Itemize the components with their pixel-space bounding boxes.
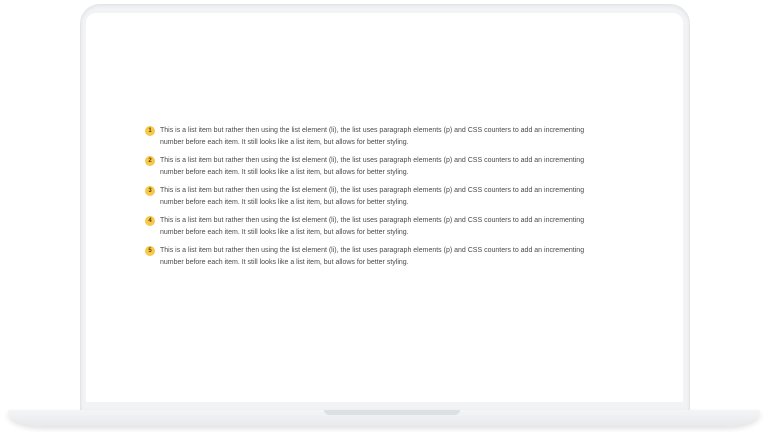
numbered-paragraph-list: 1 This is a list item but rather then us… bbox=[145, 125, 625, 275]
list-item: 5 This is a list item but rather then us… bbox=[145, 245, 625, 269]
item-text-line-2: number before each item. It still looks … bbox=[160, 199, 409, 206]
item-text-line-1: This is a list item but rather then usin… bbox=[160, 127, 585, 134]
list-item: 1 This is a list item but rather then us… bbox=[145, 125, 625, 149]
list-item: 4 This is a list item but rather then us… bbox=[145, 215, 625, 239]
item-text-line-1: This is a list item but rather then usin… bbox=[160, 247, 585, 254]
item-number-badge: 5 bbox=[145, 246, 155, 256]
item-text-line-1: This is a list item but rather then usin… bbox=[160, 157, 585, 164]
item-number-badge: 1 bbox=[145, 126, 155, 136]
item-text-line-2: number before each item. It still looks … bbox=[160, 139, 409, 146]
item-number-badge: 2 bbox=[145, 156, 155, 166]
list-item: 2 This is a list item but rather then us… bbox=[145, 155, 625, 179]
item-text-line-2: number before each item. It still looks … bbox=[160, 229, 409, 236]
item-text-line-1: This is a list item but rather then usin… bbox=[160, 187, 585, 194]
item-number-badge: 3 bbox=[145, 186, 155, 196]
laptop-base bbox=[8, 410, 760, 426]
item-text-line-1: This is a list item but rather then usin… bbox=[160, 217, 585, 224]
list-item: 3 This is a list item but rather then us… bbox=[145, 185, 625, 209]
laptop-mockup: 1 This is a list item but rather then us… bbox=[0, 0, 768, 432]
item-text-line-2: number before each item. It still looks … bbox=[160, 169, 409, 176]
laptop-base-notch bbox=[324, 410, 460, 415]
item-text-line-2: number before each item. It still looks … bbox=[160, 259, 409, 266]
item-number-badge: 4 bbox=[145, 216, 155, 226]
